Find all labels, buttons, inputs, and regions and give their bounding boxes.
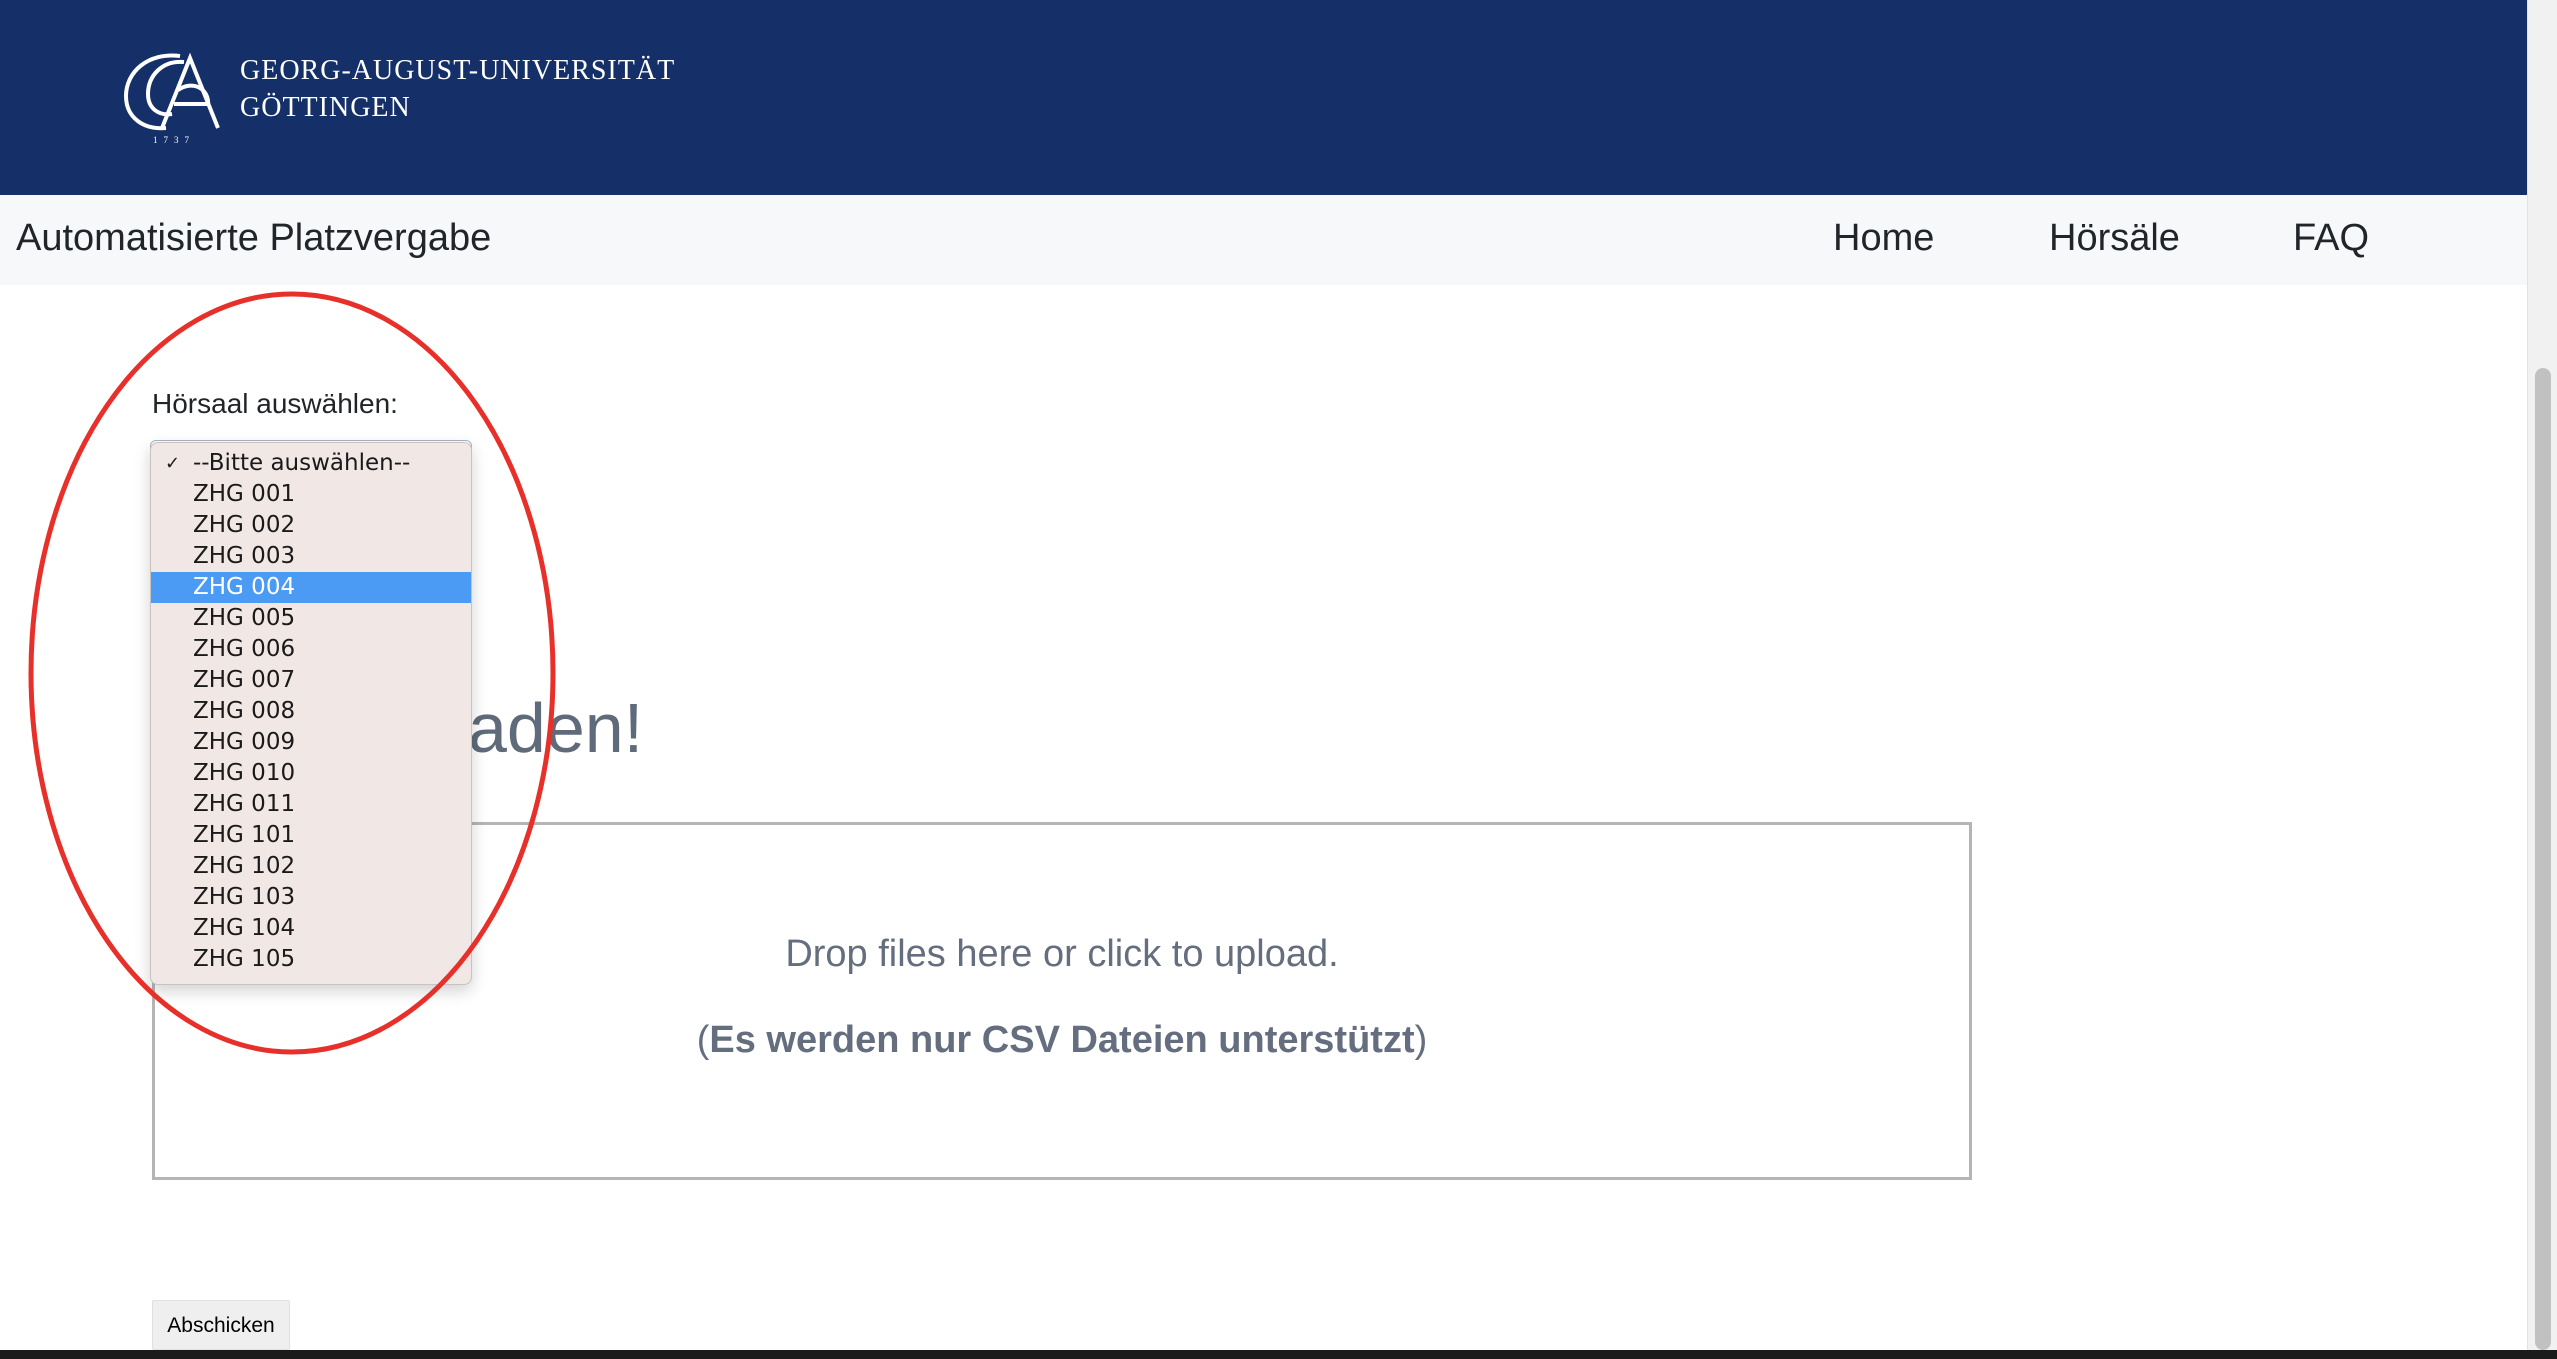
select-option-label: ZHG 008	[193, 698, 296, 724]
select-option-label: ZHG 002	[193, 512, 296, 538]
select-option[interactable]: ZHG 001	[151, 479, 471, 510]
university-banner: 1737 GEORG-AUGUST-UNIVERSITÄT GÖTTINGEN	[0, 0, 2527, 195]
select-option-label: ZHG 007	[193, 667, 296, 693]
checkmark-icon: ✓	[165, 453, 181, 474]
select-option-label: ZHG 005	[193, 605, 296, 631]
select-option-label: ZHG 006	[193, 636, 296, 662]
select-option[interactable]: ZHG 011	[151, 789, 471, 820]
submit-button[interactable]: Abschicken	[152, 1300, 290, 1350]
upload-heading: aden!	[468, 689, 644, 767]
select-option[interactable]: ZHG 105	[151, 944, 471, 975]
select-option[interactable]: ZHG 009	[151, 727, 471, 758]
select-option[interactable]: ZHG 007	[151, 665, 471, 696]
page-scrollbar[interactable]	[2527, 0, 2557, 1350]
select-option[interactable]: ZHG 101	[151, 820, 471, 851]
nav-link-faq[interactable]: FAQ	[2293, 217, 2369, 260]
select-option-label: ZHG 001	[193, 481, 296, 507]
select-option-highlighted[interactable]: ZHG 004	[151, 572, 471, 603]
nav-link-hoersaele[interactable]: Hörsäle	[2049, 217, 2180, 260]
select-option-label: ZHG 105	[193, 946, 296, 972]
select-option-label: ZHG 104	[193, 915, 296, 941]
select-option-label: ZHG 101	[193, 822, 296, 848]
select-option[interactable]: ZHG 006	[151, 634, 471, 665]
scrollbar-thumb[interactable]	[2535, 368, 2551, 1350]
select-option[interactable]: ZHG 102	[151, 851, 471, 882]
select-option[interactable]: ZHG 003	[151, 541, 471, 572]
select-option[interactable]: ✓ --Bitte auswählen--	[151, 448, 471, 479]
hoersaal-select-label: Hörsaal auswählen:	[152, 388, 398, 419]
navbar-brand[interactable]: Automatisierte Platzvergabe	[16, 217, 491, 260]
university-name-line2: GÖTTINGEN	[240, 92, 411, 123]
select-option-label: ZHG 011	[193, 791, 296, 817]
select-option-label: ZHG 003	[193, 543, 296, 569]
select-option-label: ZHG 103	[193, 884, 296, 910]
select-option[interactable]: ZHG 008	[151, 696, 471, 727]
select-option[interactable]: ZHG 005	[151, 603, 471, 634]
select-option-label: ZHG 004	[193, 574, 296, 600]
hoersaal-select-dropdown[interactable]: ✓ --Bitte auswählen-- ZHG 001 ZHG 002 ZHG…	[150, 442, 472, 985]
select-option-label: --Bitte auswählen--	[193, 450, 411, 476]
bottom-edge	[0, 1350, 2557, 1359]
select-option[interactable]: ZHG 103	[151, 882, 471, 913]
select-option-label: ZHG 009	[193, 729, 296, 755]
select-option[interactable]: ZHG 010	[151, 758, 471, 789]
dropzone-note-bold: Es werden nur CSV Dateien unterstützt	[709, 1019, 1415, 1061]
navbar: Automatisierte Platzvergabe Home Hörsäle…	[0, 195, 2527, 285]
university-name-line1: GEORG-AUGUST-UNIVERSITÄT	[240, 55, 676, 86]
select-option-label: ZHG 102	[193, 853, 296, 879]
nav-link-home[interactable]: Home	[1833, 217, 1934, 260]
dropzone-note: (Es werden nur CSV Dateien unterstützt)	[155, 1019, 1969, 1062]
logo-year: 1737	[153, 135, 195, 145]
dropzone-note-close: )	[1414, 1019, 1428, 1061]
university-name: GEORG-AUGUST-UNIVERSITÄT GÖTTINGEN	[240, 52, 675, 126]
university-logo-icon: 1737	[123, 52, 220, 145]
select-option-label: ZHG 010	[193, 760, 296, 786]
dropzone-note-open: (	[696, 1019, 710, 1061]
select-option[interactable]: ZHG 104	[151, 913, 471, 944]
select-option[interactable]: ZHG 002	[151, 510, 471, 541]
